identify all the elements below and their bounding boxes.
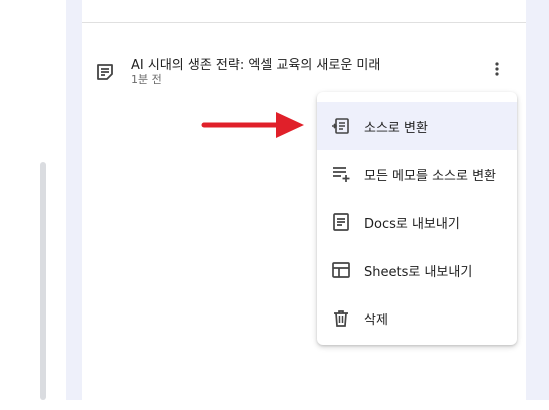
menu-item-delete[interactable]: 삭제 [317,294,517,342]
note-timestamp: 1분 전 [131,73,162,86]
sheets-icon [331,260,351,280]
menu-item-convert-to-source[interactable]: 소스로 변환 [317,102,517,150]
convert-to-source-icon [331,116,351,136]
menu-item-label: Sheets로 내보내기 [364,265,473,280]
note-icon [95,62,115,82]
note-options-menu: 소스로 변환 모든 메모를 소스로 변환 Docs로 내보내기 Sheets로 … [317,92,517,345]
menu-item-label: Docs로 내보내기 [364,217,460,232]
menu-item-label: 삭제 [364,313,388,328]
red-arrow-annotation [200,108,310,146]
docs-icon [331,212,351,232]
menu-item-convert-all-notes[interactable]: 모든 메모를 소스로 변환 [317,150,517,198]
playlist-add-icon [331,164,351,184]
note-title[interactable]: AI 시대의 생존 전략: 엑셀 교육의 새로운 미래 [131,54,380,73]
menu-item-label: 모든 메모를 소스로 변환 [364,169,496,184]
menu-item-label: 소스로 변환 [364,121,428,136]
menu-item-export-docs[interactable]: Docs로 내보내기 [317,198,517,246]
more-options-icon[interactable] [486,58,508,80]
menu-item-export-sheets[interactable]: Sheets로 내보내기 [317,246,517,294]
left-panel [0,0,66,400]
trash-icon [331,308,351,328]
scrollbar-thumb[interactable] [40,162,46,400]
divider [82,22,526,23]
